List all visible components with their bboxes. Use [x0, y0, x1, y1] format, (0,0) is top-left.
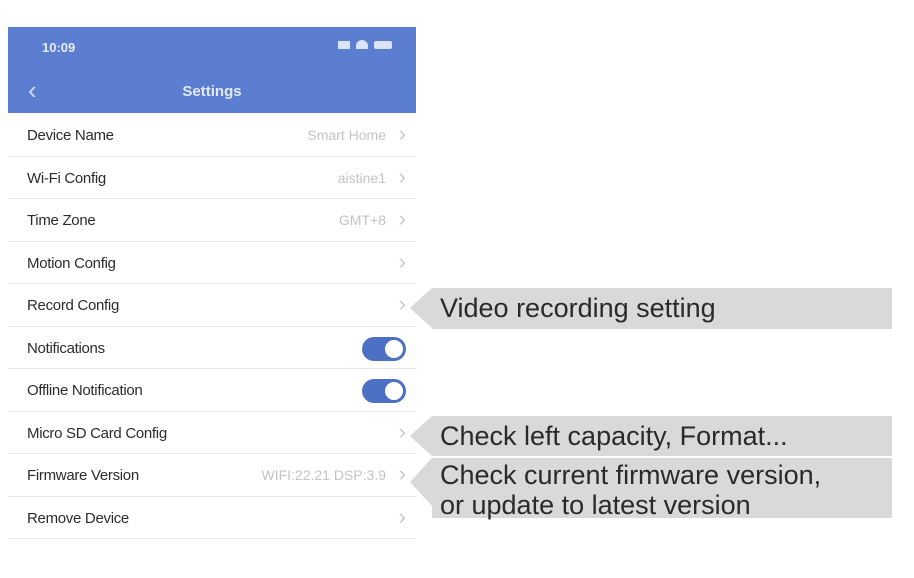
- toggle-knob: [385, 382, 403, 400]
- chevron-right-icon: ›: [398, 461, 406, 486]
- settings-list: Device Name Smart Home › Wi-Fi Config ai…: [8, 114, 416, 539]
- row-value: GMT+8: [338, 212, 386, 228]
- phone-screen: 10:09 ‹ Settings Device Name Smart Home …: [8, 27, 416, 552]
- row-label: Offline Notification: [27, 382, 143, 399]
- status-icons: [338, 40, 392, 49]
- chevron-right-icon: ›: [398, 121, 406, 146]
- callout-arrow: [410, 288, 432, 328]
- chevron-right-icon: ›: [398, 418, 406, 444]
- page-title: Settings: [182, 83, 242, 100]
- wifi-icon: [356, 40, 368, 49]
- notifications-toggle[interactable]: [362, 336, 406, 361]
- row-label: Firmware Version: [27, 467, 139, 484]
- chevron-right-icon: ›: [398, 291, 406, 316]
- callout-text: Video recording setting: [440, 293, 716, 323]
- row-value: Smart Home: [307, 127, 386, 143]
- chevron-right-icon: ›: [398, 163, 406, 189]
- row-value: WIFI:22.21 DSP:3.9: [261, 467, 387, 483]
- nav-header: 10:09 ‹ Settings: [8, 27, 416, 113]
- row-motion-config[interactable]: Motion Config ›: [8, 242, 416, 284]
- row-label: Wi-Fi Config: [27, 169, 106, 187]
- row-label: Time Zone: [27, 212, 96, 229]
- row-time-zone[interactable]: Time Zone GMT+8 ›: [8, 199, 416, 242]
- row-label: Record Config: [27, 297, 119, 314]
- callout-line: or update to latest version: [440, 490, 751, 520]
- status-time: 10:09: [42, 40, 76, 55]
- callout-firmware: Check current firmware version, or updat…: [410, 458, 892, 520]
- row-label: Motion Config: [27, 254, 116, 272]
- row-value: aistine1: [337, 169, 386, 186]
- row-record-config[interactable]: Record Config ›: [8, 284, 416, 327]
- callout-arrow: [410, 416, 432, 456]
- row-wifi-config[interactable]: Wi-Fi Config aistine1 ›: [8, 157, 416, 199]
- row-label: Notifications: [27, 339, 105, 357]
- row-firmware-version[interactable]: Firmware Version WIFI:22.21 DSP:3.9 ›: [8, 454, 416, 497]
- battery-icon: [374, 40, 392, 49]
- row-micro-sd-config[interactable]: Micro SD Card Config ›: [8, 412, 416, 454]
- row-label: Remove Device: [27, 509, 129, 527]
- callout-record: Video recording setting: [410, 288, 892, 329]
- callout-text: Check current firmware version, or updat…: [440, 460, 821, 520]
- callout-arrow: [410, 458, 432, 506]
- toggle-knob: [385, 339, 403, 358]
- row-device-name[interactable]: Device Name Smart Home ›: [8, 114, 416, 157]
- callout-line: Check current firmware version,: [440, 460, 822, 490]
- callout-text: Check left capacity, Format...: [440, 421, 788, 451]
- row-remove-device[interactable]: Remove Device ›: [8, 497, 416, 539]
- chevron-right-icon: ›: [398, 503, 406, 529]
- chevron-right-icon: ›: [398, 248, 406, 274]
- row-label: Micro SD Card Config: [27, 424, 167, 442]
- offline-notification-toggle[interactable]: [362, 379, 406, 403]
- chevron-right-icon: ›: [398, 206, 406, 231]
- row-offline-notification: Offline Notification: [8, 369, 416, 412]
- signal-icon: [338, 40, 350, 49]
- callout-sdcard: Check left capacity, Format...: [410, 416, 892, 456]
- row-notifications: Notifications: [8, 327, 416, 369]
- row-label: Device Name: [27, 127, 114, 144]
